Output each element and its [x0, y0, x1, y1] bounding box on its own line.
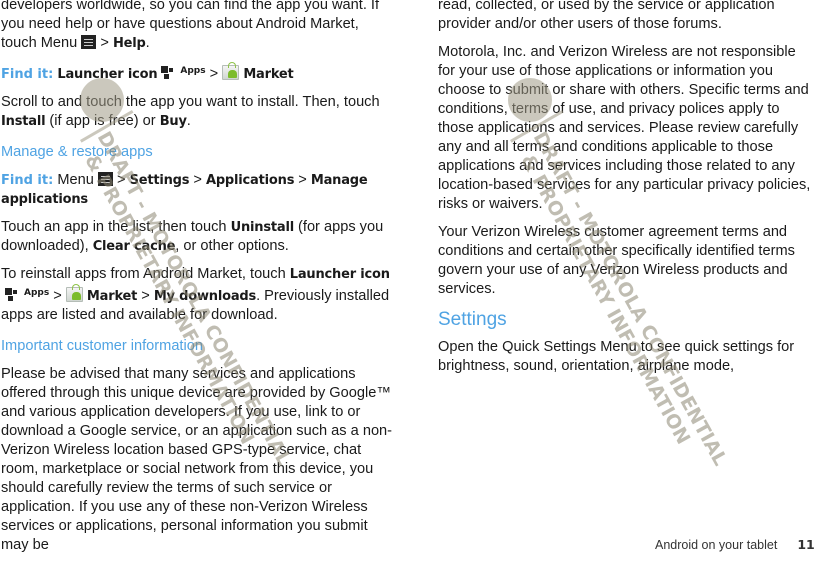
responsibility-paragraph: Motorola, Inc. and Verizon Wireless are … [438, 44, 811, 212]
find-it-market: Find it: Launcher icon Apps > Market [1, 62, 294, 82]
right-column: read, collected, or used by the service … [438, 0, 816, 385]
find-it-label: Find it: [1, 67, 54, 82]
important-info-paragraph: Please be advised that many services and… [1, 366, 393, 553]
page-number: 11 [797, 537, 815, 552]
market-icon [222, 62, 240, 80]
forums-paragraph: read, collected, or used by the service … [438, 0, 775, 32]
reinstall-paragraph: To reinstall apps from Android Market, t… [1, 266, 390, 323]
heading-manage-restore-apps: Manage & restore apps [1, 144, 153, 160]
settings-paragraph: Open the Quick Settings Menu to see quic… [438, 339, 795, 374]
find-it-manage: Find it: Menu > Settings > Applications … [1, 172, 368, 207]
agreement-paragraph: Your Verizon Wireless customer agreement… [438, 224, 795, 297]
heading-settings: Settings [438, 309, 507, 330]
left-column: developers worldwide, so you can find th… [1, 0, 396, 564]
install-paragraph: Scroll to and touch the app you want to … [1, 94, 380, 129]
footer-section-title: Android on your tablet [655, 538, 778, 552]
heading-important-customer-information: Important customer information [1, 338, 203, 354]
intro-paragraph: developers worldwide, so you can find th… [1, 0, 380, 51]
menu-icon [97, 172, 113, 186]
page-footer: Android on your tablet 11 [655, 537, 815, 552]
launcher-icon [5, 288, 21, 302]
market-icon [65, 284, 83, 302]
launcher-icon [161, 66, 177, 80]
watermark-logo [508, 78, 552, 122]
watermark-logo [80, 78, 124, 122]
help-label: Help [112, 36, 146, 51]
menu-icon [81, 35, 97, 49]
uninstall-paragraph: Touch an app in the list, then touch Uni… [1, 219, 384, 254]
